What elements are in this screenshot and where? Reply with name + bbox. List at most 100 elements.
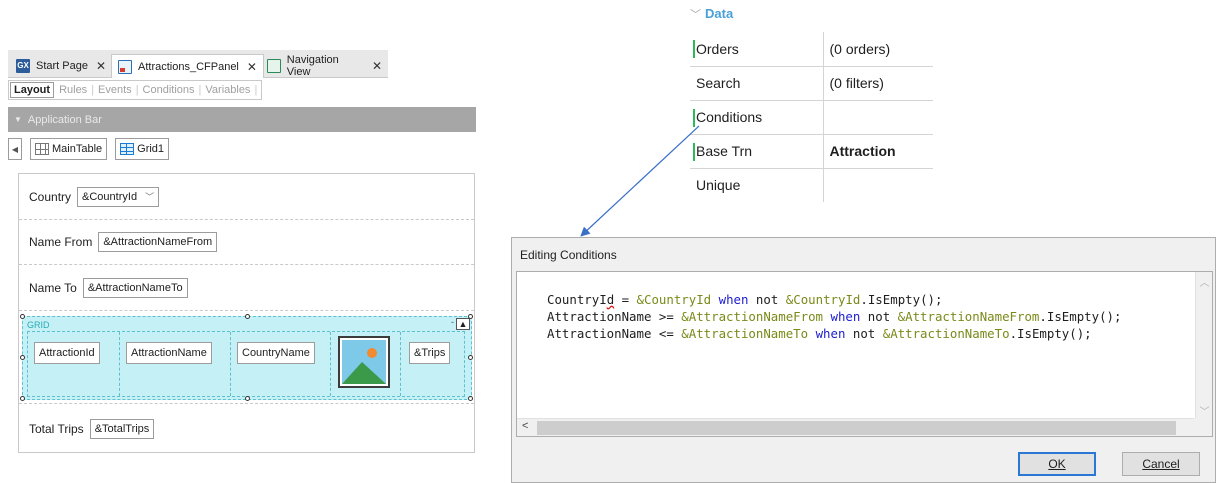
code-line: CountryId = &CountryId when not &Country… bbox=[547, 292, 943, 307]
total-trips-field[interactable]: &TotalTrips bbox=[89, 418, 155, 439]
scroll-left-icon[interactable]: < bbox=[522, 420, 528, 432]
property-value[interactable]: (0 orders) bbox=[822, 32, 933, 67]
resize-handle[interactable] bbox=[468, 396, 473, 401]
grid-caption: GRID bbox=[27, 320, 50, 330]
name-to-row: Name To &AttractionNameTo bbox=[19, 265, 474, 311]
code-line: AttractionName <= &AttractionNameTo when… bbox=[547, 326, 1092, 341]
property-value[interactable] bbox=[822, 99, 933, 135]
horizontal-scrollbar[interactable]: < > bbox=[517, 418, 1208, 436]
tab-navigation-view[interactable]: Navigation View ✕ bbox=[261, 54, 388, 78]
ok-button[interactable]: OK bbox=[1018, 452, 1096, 476]
total-trips-label: Total Trips bbox=[29, 421, 84, 436]
breadcrumb-maintable[interactable]: MainTable bbox=[30, 138, 108, 160]
chevron-down-icon[interactable]: ﹀ bbox=[690, 9, 701, 21]
divider: | bbox=[254, 84, 258, 96]
property-name: Unique bbox=[690, 167, 824, 202]
grid-icon bbox=[120, 143, 135, 155]
grid-column-countryname[interactable]: CountryName bbox=[237, 342, 315, 364]
divider: - bbox=[451, 317, 454, 327]
property-value[interactable] bbox=[822, 167, 933, 202]
property-name: Search bbox=[690, 65, 824, 101]
resize-handle[interactable] bbox=[20, 314, 25, 319]
name-from-field[interactable]: &AttractionNameFrom bbox=[98, 232, 218, 252]
close-icon[interactable]: ✕ bbox=[247, 60, 257, 74]
property-name-text: Search bbox=[696, 75, 741, 91]
grid-column-trips[interactable]: &Trips bbox=[409, 342, 451, 364]
grid-column-attractionname[interactable]: AttractionName bbox=[126, 342, 212, 364]
editing-conditions-dialog: Editing Conditions CountryId = &CountryI… bbox=[511, 237, 1216, 483]
grid-column: &Trips bbox=[401, 332, 466, 396]
grid-column: AttractionId bbox=[28, 332, 120, 396]
subtab-variables[interactable]: Variables bbox=[201, 82, 254, 98]
country-combo[interactable]: &CountryId ﹀ bbox=[77, 186, 160, 207]
tab-attractions-cfpanel[interactable]: Attractions_CFPanel ✕ bbox=[111, 54, 264, 78]
property-name-text: Orders bbox=[696, 40, 739, 57]
cancel-button-label: Cancel bbox=[1142, 457, 1180, 471]
panel-icon bbox=[118, 59, 132, 74]
properties-table: Orders (0 orders) Search (0 filters) Con… bbox=[690, 32, 933, 202]
subtab-conditions[interactable]: Conditions bbox=[139, 82, 199, 98]
grid-column-attractionid[interactable]: AttractionId bbox=[34, 342, 100, 364]
grid-column: CountryName bbox=[231, 332, 331, 396]
property-value[interactable]: (0 filters) bbox=[822, 65, 933, 101]
property-row[interactable]: Search (0 filters) bbox=[690, 65, 933, 101]
subtab-layout[interactable]: Layout bbox=[10, 82, 55, 98]
property-row[interactable]: Conditions bbox=[690, 99, 933, 135]
grid1[interactable]: GRID - ▲ AttractionId AttractionName Cou… bbox=[20, 314, 473, 401]
arrow-up-icon[interactable]: ▲ bbox=[456, 318, 470, 330]
country-row: Country &CountryId ﹀ bbox=[19, 174, 474, 220]
modified-marker bbox=[693, 40, 695, 58]
data-section-header[interactable]: ﹀ Data bbox=[690, 6, 733, 22]
breadcrumb-grid1[interactable]: Grid1 bbox=[115, 138, 170, 160]
country-label: Country bbox=[29, 189, 72, 204]
navigation-view-icon bbox=[267, 59, 281, 73]
resize-handle[interactable] bbox=[245, 314, 250, 319]
resize-handle[interactable] bbox=[468, 355, 473, 360]
scroll-corner bbox=[1194, 418, 1212, 436]
modified-marker bbox=[693, 108, 695, 127]
name-to-label: Name To bbox=[29, 280, 77, 295]
name-to-field[interactable]: &AttractionNameTo bbox=[82, 277, 188, 298]
code-text[interactable]: CountryId = &CountryId when not &Country… bbox=[547, 274, 1121, 342]
property-name-text: Unique bbox=[696, 177, 741, 194]
property-row[interactable]: Unique bbox=[690, 167, 933, 202]
application-bar[interactable]: ▼ Application Bar bbox=[8, 107, 476, 132]
property-name-text: Base Trn bbox=[696, 143, 753, 159]
property-row[interactable]: Orders (0 orders) bbox=[690, 32, 933, 67]
tab-label: Attractions_CFPanel bbox=[138, 60, 239, 73]
conditions-editor[interactable]: CountryId = &CountryId when not &Country… bbox=[516, 271, 1213, 437]
tab-label: Navigation View bbox=[286, 54, 339, 78]
resize-handle[interactable] bbox=[20, 396, 25, 401]
subtab-events[interactable]: Events bbox=[94, 82, 136, 98]
collapse-triangle-icon[interactable]: ▼ bbox=[14, 115, 22, 124]
tab-start-page[interactable]: GX Start Page ✕ bbox=[10, 54, 112, 78]
gx-icon: GX bbox=[16, 59, 30, 73]
total-trips-row: Total Trips &TotalTrips bbox=[19, 403, 474, 453]
property-name: Conditions bbox=[690, 99, 824, 135]
breadcrumb: ◀ MainTable Grid1 bbox=[8, 137, 170, 161]
close-icon[interactable]: ✕ bbox=[372, 59, 382, 73]
section-title: Data bbox=[705, 6, 734, 21]
vertical-scrollbar[interactable]: ︿ ﹀ bbox=[1195, 272, 1212, 420]
breadcrumb-label: Grid1 bbox=[137, 143, 165, 155]
table-icon bbox=[35, 143, 49, 155]
property-row[interactable]: Base Trn Attraction bbox=[690, 133, 933, 169]
resize-handle[interactable] bbox=[20, 355, 25, 360]
chevron-down-icon[interactable]: ﹀ bbox=[145, 190, 154, 203]
dialog-title: Editing Conditions bbox=[520, 248, 617, 262]
scroll-down-icon[interactable]: ﹀ bbox=[1196, 403, 1213, 418]
image-placeholder-icon[interactable] bbox=[338, 336, 390, 388]
cancel-button[interactable]: Cancel bbox=[1122, 452, 1200, 476]
scroll-up-icon[interactable]: ︿ bbox=[1196, 274, 1213, 289]
subtab-rules[interactable]: Rules bbox=[55, 82, 91, 98]
back-arrow-icon[interactable]: ◀ bbox=[8, 138, 22, 160]
property-value[interactable]: Attraction bbox=[822, 133, 933, 169]
country-combo-value: &CountryId bbox=[82, 190, 138, 203]
application-bar-label: Application Bar bbox=[27, 113, 102, 126]
code-line: AttractionName >= &AttractionNameFrom wh… bbox=[547, 309, 1122, 324]
editor-subtabs: Layout Rules | Events | Conditions | Var… bbox=[8, 80, 263, 100]
resize-handle[interactable] bbox=[245, 396, 250, 401]
resize-handle[interactable] bbox=[468, 314, 473, 319]
scrollbar-thumb[interactable] bbox=[537, 421, 1176, 435]
close-icon[interactable]: ✕ bbox=[96, 59, 106, 73]
